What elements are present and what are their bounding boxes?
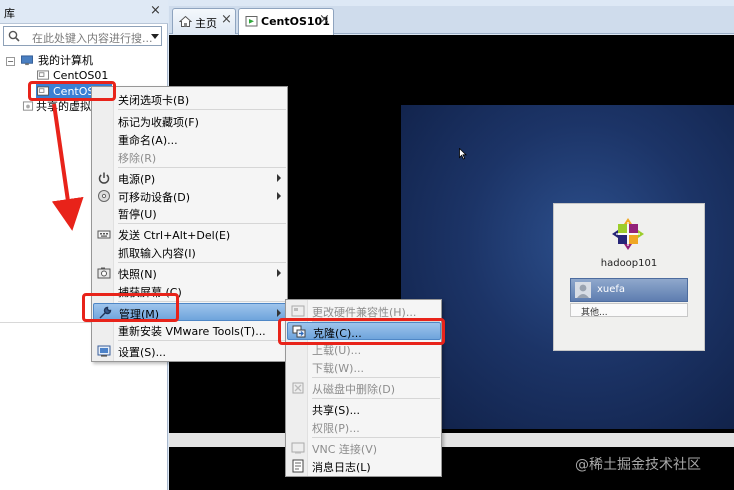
submenu-arrow-icon <box>277 269 281 277</box>
menu-item-delete-from-disk[interactable]: 从磁盘中删除(D) <box>287 379 441 397</box>
menu-label: 可移动设备(D) <box>118 191 191 204</box>
vm-icon <box>37 70 49 80</box>
menu-item-grab-input[interactable]: 抓取输入内容(I) <box>93 243 287 261</box>
settings-icon <box>97 345 111 357</box>
library-header: 库 × <box>0 0 168 24</box>
submenu-arrow-icon <box>277 174 281 182</box>
other-user-button[interactable]: 其他... <box>570 303 688 318</box>
menu-label: 重新安装 VMware Tools(T)... <box>118 325 266 338</box>
power-icon <box>98 172 110 184</box>
tree-collapse-icon[interactable]: − <box>6 57 15 66</box>
menu-item-share[interactable]: 共享(S)... <box>287 400 441 418</box>
menu-separator <box>118 223 286 224</box>
menu-separator <box>312 377 440 378</box>
menu-label: 消息日志(L) <box>312 461 371 474</box>
centos-logo-icon <box>612 218 644 250</box>
menu-item-reinstall-vmware-tools[interactable]: 重新安装 VMware Tools(T)... <box>93 321 287 339</box>
submenu-arrow-icon <box>277 309 281 317</box>
menu-item-mark-favorite[interactable]: 标记为收藏项(F) <box>93 112 287 130</box>
snapshot-icon <box>97 267 111 279</box>
menu-item-power[interactable]: 电源(P) <box>93 169 287 187</box>
menu-label: 快照(N) <box>118 268 157 281</box>
menu-item-settings[interactable]: 设置(S)... <box>93 342 287 360</box>
annotation-box-clone <box>278 318 445 345</box>
log-icon <box>292 459 304 473</box>
tab-home-close-icon[interactable]: × <box>221 12 232 27</box>
menu-label: 关闭选项卡(B) <box>118 94 190 107</box>
vm-status-strip <box>169 433 734 447</box>
menu-label: VNC 连接(V) <box>312 443 378 456</box>
disc-icon <box>98 190 110 202</box>
search-icon <box>8 30 20 42</box>
menu-item-send-ctrl-alt-del[interactable]: 发送 Ctrl+Alt+Del(E) <box>93 225 287 243</box>
library-title: 库 <box>4 7 15 20</box>
tab-centos101[interactable]: CentOS101 × <box>238 8 334 35</box>
search-placeholder: 在此处键入内容进行搜... <box>32 32 153 45</box>
tab-strip-top <box>169 0 734 6</box>
menu-item-rename[interactable]: 重命名(A)... <box>93 130 287 148</box>
compat-icon <box>291 305 305 317</box>
user-name-label: xuefa <box>597 284 626 295</box>
tab-centos101-close-icon[interactable]: × <box>319 12 330 27</box>
menu-label: 权限(P)... <box>312 422 360 435</box>
menu-label: 移除(R) <box>118 152 157 165</box>
user-login-button[interactable]: xuefa <box>570 278 688 302</box>
search-dropdown-icon[interactable] <box>151 34 159 39</box>
menu-label: 标记为收藏项(F) <box>118 116 199 129</box>
menu-separator <box>118 340 286 341</box>
delete-icon <box>292 382 304 394</box>
keyboard-icon <box>97 230 111 239</box>
annotation-box-vm-item <box>28 81 116 101</box>
login-card: hadoop101 xuefa 其他... <box>553 203 705 351</box>
hostname-label: hadoop101 <box>600 258 658 269</box>
menu-label: 从磁盘中删除(D) <box>312 383 396 396</box>
menu-label: 暂停(U) <box>118 208 157 221</box>
tree-label-my-computer: 我的计算机 <box>38 54 93 67</box>
menu-label: 抓取输入内容(I) <box>118 247 196 260</box>
watermark: @稀土掘金技术社区 <box>575 457 701 473</box>
vm-desktop[interactable]: hadoop101 xuefa 其他... <box>401 105 734 429</box>
vm-running-icon <box>245 16 258 27</box>
library-close-icon[interactable]: × <box>150 3 161 18</box>
submenu-arrow-icon <box>277 192 281 200</box>
menu-separator <box>118 167 286 168</box>
menu-label: 电源(P) <box>118 173 156 186</box>
menu-item-removable-devices[interactable]: 可移动设备(D) <box>93 187 287 205</box>
menu-item-permissions[interactable]: 权限(P)... <box>287 418 441 436</box>
menu-label: 重命名(A)... <box>118 134 178 147</box>
menu-separator <box>312 437 440 438</box>
vnc-icon <box>291 442 305 454</box>
tab-home[interactable]: 主页 × <box>172 8 236 34</box>
computer-icon <box>21 55 33 66</box>
menu-item-vnc-connection[interactable]: VNC 连接(V) <box>287 439 441 457</box>
menu-item-message-log[interactable]: 消息日志(L) <box>287 457 441 475</box>
user-avatar-icon <box>575 282 591 298</box>
library-search-input[interactable]: 在此处键入内容进行搜... <box>3 26 162 46</box>
menu-separator <box>118 262 286 263</box>
shared-vm-icon <box>22 101 34 111</box>
home-icon <box>179 15 192 27</box>
tab-home-label: 主页 <box>195 17 217 30</box>
other-user-label: 其他... <box>581 308 608 318</box>
menu-item-snapshot[interactable]: 快照(N) <box>93 264 287 282</box>
menu-item-remove[interactable]: 移除(R) <box>93 148 287 166</box>
menu-separator <box>312 398 440 399</box>
menu-label: 共享(S)... <box>312 404 361 417</box>
menu-label: 发送 Ctrl+Alt+Del(E) <box>118 229 231 242</box>
menu-item-download[interactable]: 下载(W)... <box>287 358 441 376</box>
menu-separator <box>118 109 286 110</box>
menu-label: 设置(S)... <box>118 346 167 359</box>
menu-item-close-tab[interactable]: 关闭选项卡(B) <box>93 90 287 108</box>
menu-item-pause[interactable]: 暂停(U) <box>93 204 287 222</box>
menu-label: 下载(W)... <box>312 362 364 375</box>
annotation-box-manage <box>82 293 179 322</box>
mouse-cursor-icon <box>459 148 467 160</box>
